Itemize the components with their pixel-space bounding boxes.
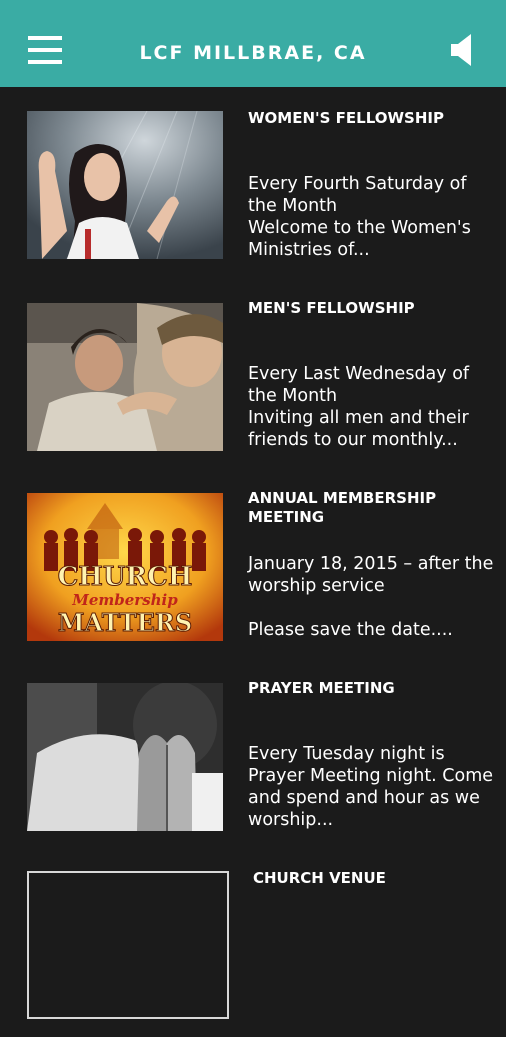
event-description: Every Fourth Saturday of the Month Welco… <box>248 174 471 260</box>
speaker-icon[interactable] <box>449 32 475 68</box>
event-title: MEN'S FELLOWSHIP <box>248 299 415 317</box>
annual-membership-image: CHURCH Membership MATTERS <box>27 493 223 641</box>
event-title: PRAYER MEETING <box>248 679 395 697</box>
womens-fellowship-image <box>27 111 223 259</box>
list-item-prayer-meeting[interactable]: PRAYER MEETING Every Tuesday night is Pr… <box>0 657 506 847</box>
church-word: CHURCH <box>58 562 193 592</box>
matters-word: MATTERS <box>58 608 192 637</box>
event-title: CHURCH VENUE <box>253 869 386 887</box>
membership-word: Membership <box>71 591 178 609</box>
list-item-annual-membership-meeting[interactable]: CHURCH Membership MATTERS ANNUAL MEMBERS… <box>0 467 506 657</box>
mens-fellowship-image <box>27 303 223 451</box>
event-description: Every Last Wednesday of the Month Inviti… <box>248 364 470 450</box>
event-title: WOMEN'S FELLOWSHIP <box>248 109 444 127</box>
event-title: ANNUAL MEMBERSHIP MEETING <box>248 489 437 526</box>
event-description: Every Tuesday night is Prayer Meeting ni… <box>248 744 494 830</box>
list-item-mens-fellowship[interactable]: MEN'S FELLOWSHIP Every Last Wednesday of… <box>0 277 506 467</box>
app-title: LCF MILLBRAE, CA <box>139 42 367 64</box>
event-description: January 18, 2015 – after the worship ser… <box>248 554 494 640</box>
church-venue-image <box>27 871 229 1019</box>
prayer-meeting-image <box>27 683 223 831</box>
list-item-womens-fellowship[interactable]: WOMEN'S FELLOWSHIP Every Fourth Saturday… <box>0 87 506 277</box>
app-header: LCF MILLBRAE, CA <box>0 0 506 87</box>
list-item-church-venue[interactable]: CHURCH VENUE <box>0 847 506 1037</box>
